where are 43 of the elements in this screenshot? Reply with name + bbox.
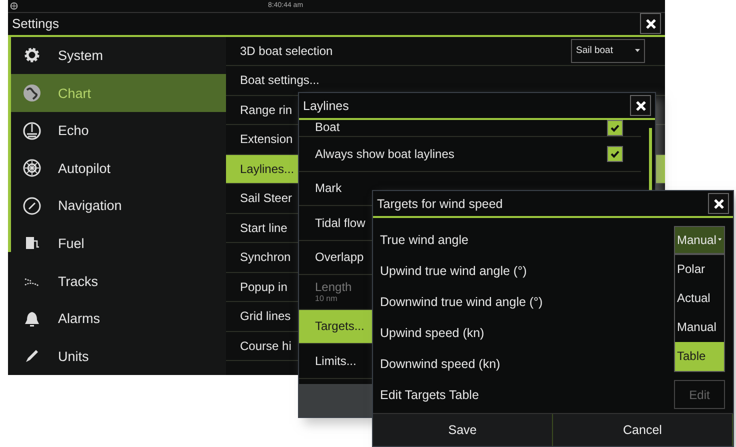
boat-dropdown[interactable]: Sail boat [571, 38, 645, 63]
close-icon [712, 198, 724, 210]
ship-wheel-icon [22, 158, 42, 178]
dropdown-option[interactable]: Polar [675, 254, 724, 284]
dropdown-option[interactable]: Table [675, 342, 724, 370]
checkmark-icon [610, 123, 620, 133]
sidebar-item[interactable]: Units [8, 337, 226, 375]
sidebar-item[interactable]: System [8, 36, 226, 74]
setting-label: Downwind speed (kn) [380, 356, 500, 370]
caret-icon [718, 238, 722, 241]
close-icon [644, 18, 656, 30]
sidebar-item[interactable]: Alarms [8, 300, 226, 338]
close-button[interactable] [640, 13, 661, 34]
window-title: Settings [12, 16, 59, 32]
caret-icon [635, 49, 640, 52]
checkbox[interactable] [607, 120, 623, 136]
menu-item[interactable]: 3D boat selection Sail boat [226, 36, 665, 66]
compass-icon [22, 196, 42, 216]
dialog-title: Laylines [303, 98, 349, 112]
globe-icon [22, 83, 42, 104]
setting-label: Edit Targets Table [380, 388, 479, 402]
checkmark-icon [610, 148, 620, 159]
angle-dropdown[interactable]: Manual [674, 226, 725, 254]
sidebar-item[interactable]: Navigation [8, 187, 226, 225]
dropdown-option[interactable]: Actual [675, 284, 724, 312]
setting-label: True wind angle [380, 232, 468, 246]
globe-icon [10, 2, 18, 10]
setting-label: Upwind speed (kn) [380, 326, 484, 340]
close-button[interactable] [708, 193, 729, 214]
option-row[interactable]: Always show boat laylines [299, 137, 641, 172]
sidebar-item[interactable]: Echo [8, 112, 226, 150]
setting-label: Upwind true wind angle (°) [380, 264, 527, 278]
dropdown-option[interactable]: Manual [675, 312, 724, 342]
close-button[interactable] [630, 95, 651, 116]
sidebar-item[interactable]: Fuel [8, 224, 226, 262]
option-row[interactable]: Boat [299, 120, 641, 137]
sidebar-item[interactable]: Tracks [8, 262, 226, 300]
gauge-icon [22, 120, 42, 141]
setting-label: Downwind true wind angle (°) [380, 294, 543, 308]
checkbox[interactable] [607, 146, 623, 162]
sidebar-item[interactable]: Autopilot [8, 149, 226, 188]
close-icon [634, 100, 646, 112]
sidebar-item[interactable]: Chart [8, 74, 226, 112]
